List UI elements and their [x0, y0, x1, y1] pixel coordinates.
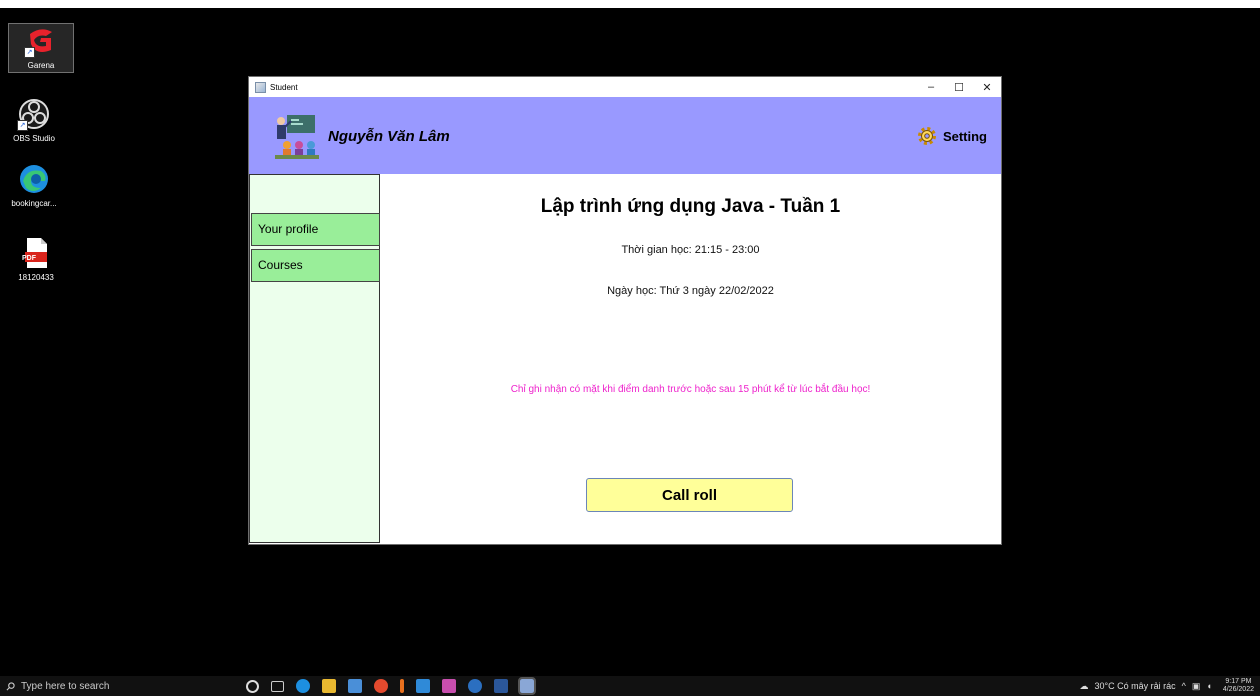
- call-roll-button[interactable]: Call roll: [586, 478, 793, 512]
- java-app-icon: [255, 81, 266, 93]
- edge-browser-icon: [17, 162, 51, 196]
- taskbar-search[interactable]: Type here to search: [0, 676, 220, 696]
- edge-icon[interactable]: [296, 679, 310, 693]
- course-title: Lập trình ứng dụng Java - Tuần 1: [540, 196, 841, 217]
- search-icon: [6, 681, 15, 690]
- taskbar: Type here to search ☁ 30°C Có mây rải rá…: [0, 676, 1260, 696]
- messenger-icon[interactable]: [442, 679, 456, 693]
- weather-text[interactable]: 30°C Có mây rải rác: [1095, 681, 1176, 691]
- desktop-icon-garena[interactable]: ↗ Garena: [8, 23, 74, 73]
- class-date: Ngày học: Thứ 3 ngày 22/02/2022: [607, 285, 774, 297]
- jupyter-icon[interactable]: [400, 679, 404, 693]
- user-name: Nguyễn Văn Lâm: [328, 128, 450, 145]
- chevron-up-icon[interactable]: ^: [1182, 681, 1186, 691]
- github-desktop-icon[interactable]: [468, 679, 482, 693]
- course-panel: Lập trình ứng dụng Java - Tuần 1 Thời gi…: [380, 174, 1001, 543]
- file-explorer-icon[interactable]: [322, 679, 336, 693]
- system-tray: ☁ 30°C Có mây rải rác ^ ▣ ◖ 9:17 PM 4/26…: [1077, 676, 1254, 696]
- class-time: Thời gian học: 21:15 - 23:00: [621, 244, 760, 256]
- close-button[interactable]: ✕: [973, 77, 1001, 97]
- network-icon[interactable]: ▣: [1192, 681, 1201, 692]
- virtualbox-icon[interactable]: [416, 679, 430, 693]
- garena-icon: ↗: [24, 24, 58, 58]
- search-placeholder: Type here to search: [21, 680, 110, 692]
- obs-studio-icon: ↗: [17, 97, 51, 131]
- minimize-button[interactable]: –: [917, 77, 945, 97]
- desktop-icon-label: Garena: [27, 61, 55, 70]
- java-app-taskbar-icon[interactable]: [518, 677, 536, 695]
- attendance-note: Chỉ ghi nhận có mặt khi điểm danh trước …: [510, 384, 871, 395]
- mail-icon[interactable]: [348, 679, 362, 693]
- maximize-button[interactable]: ☐: [945, 77, 973, 97]
- pdf-file-icon: [19, 236, 53, 270]
- clock-time: 9:17 PM: [1225, 678, 1252, 685]
- shortcut-arrow-icon: ↗: [17, 120, 28, 131]
- taskbar-pinned-apps: [240, 677, 540, 695]
- chrome-icon[interactable]: [374, 679, 388, 693]
- desktop-icon-obs[interactable]: ↗ OBS Studio: [2, 97, 66, 143]
- task-view-icon[interactable]: [271, 680, 284, 692]
- desktop-icon-label: OBS Studio: [13, 134, 55, 143]
- setting-label: Setting: [942, 128, 987, 144]
- cortana-icon[interactable]: [246, 679, 259, 693]
- pdf-badge: PDF: [22, 255, 36, 262]
- volume-icon[interactable]: ◖: [1206, 681, 1211, 691]
- desktop-icon-label: 18120433: [18, 273, 54, 282]
- shortcut-arrow-icon: ↗: [24, 47, 35, 58]
- sidebar: Your profile Courses: [249, 174, 380, 543]
- desktop-icon-edge[interactable]: bookingcar...: [2, 162, 66, 208]
- sidebar-item-your-profile[interactable]: Your profile: [251, 213, 380, 246]
- desktop-icon-label: bookingcar...: [11, 199, 57, 208]
- taskbar-clock[interactable]: 9:17 PM 4/26/2022: [1223, 678, 1254, 694]
- setting-button[interactable]: Setting: [916, 125, 987, 147]
- weather-icon: ☁: [1079, 680, 1089, 691]
- window-titlebar[interactable]: Student – ☐ ✕: [249, 77, 1001, 97]
- desktop-top-strip: [0, 0, 1260, 8]
- word-icon[interactable]: [494, 679, 508, 693]
- student-window: Student – ☐ ✕ Nguyễn Văn Lâm Setting You…: [248, 76, 1002, 545]
- window-title: Student: [270, 82, 298, 92]
- teacher-classroom-icon: [273, 111, 321, 161]
- clock-date: 4/26/2022: [1222, 686, 1254, 693]
- user-header: Nguyễn Văn Lâm Setting: [249, 97, 1001, 174]
- gear-icon: [917, 127, 936, 145]
- desktop-icon-pdf[interactable]: 18120433: [4, 236, 68, 282]
- sidebar-item-courses[interactable]: Courses: [251, 249, 380, 282]
